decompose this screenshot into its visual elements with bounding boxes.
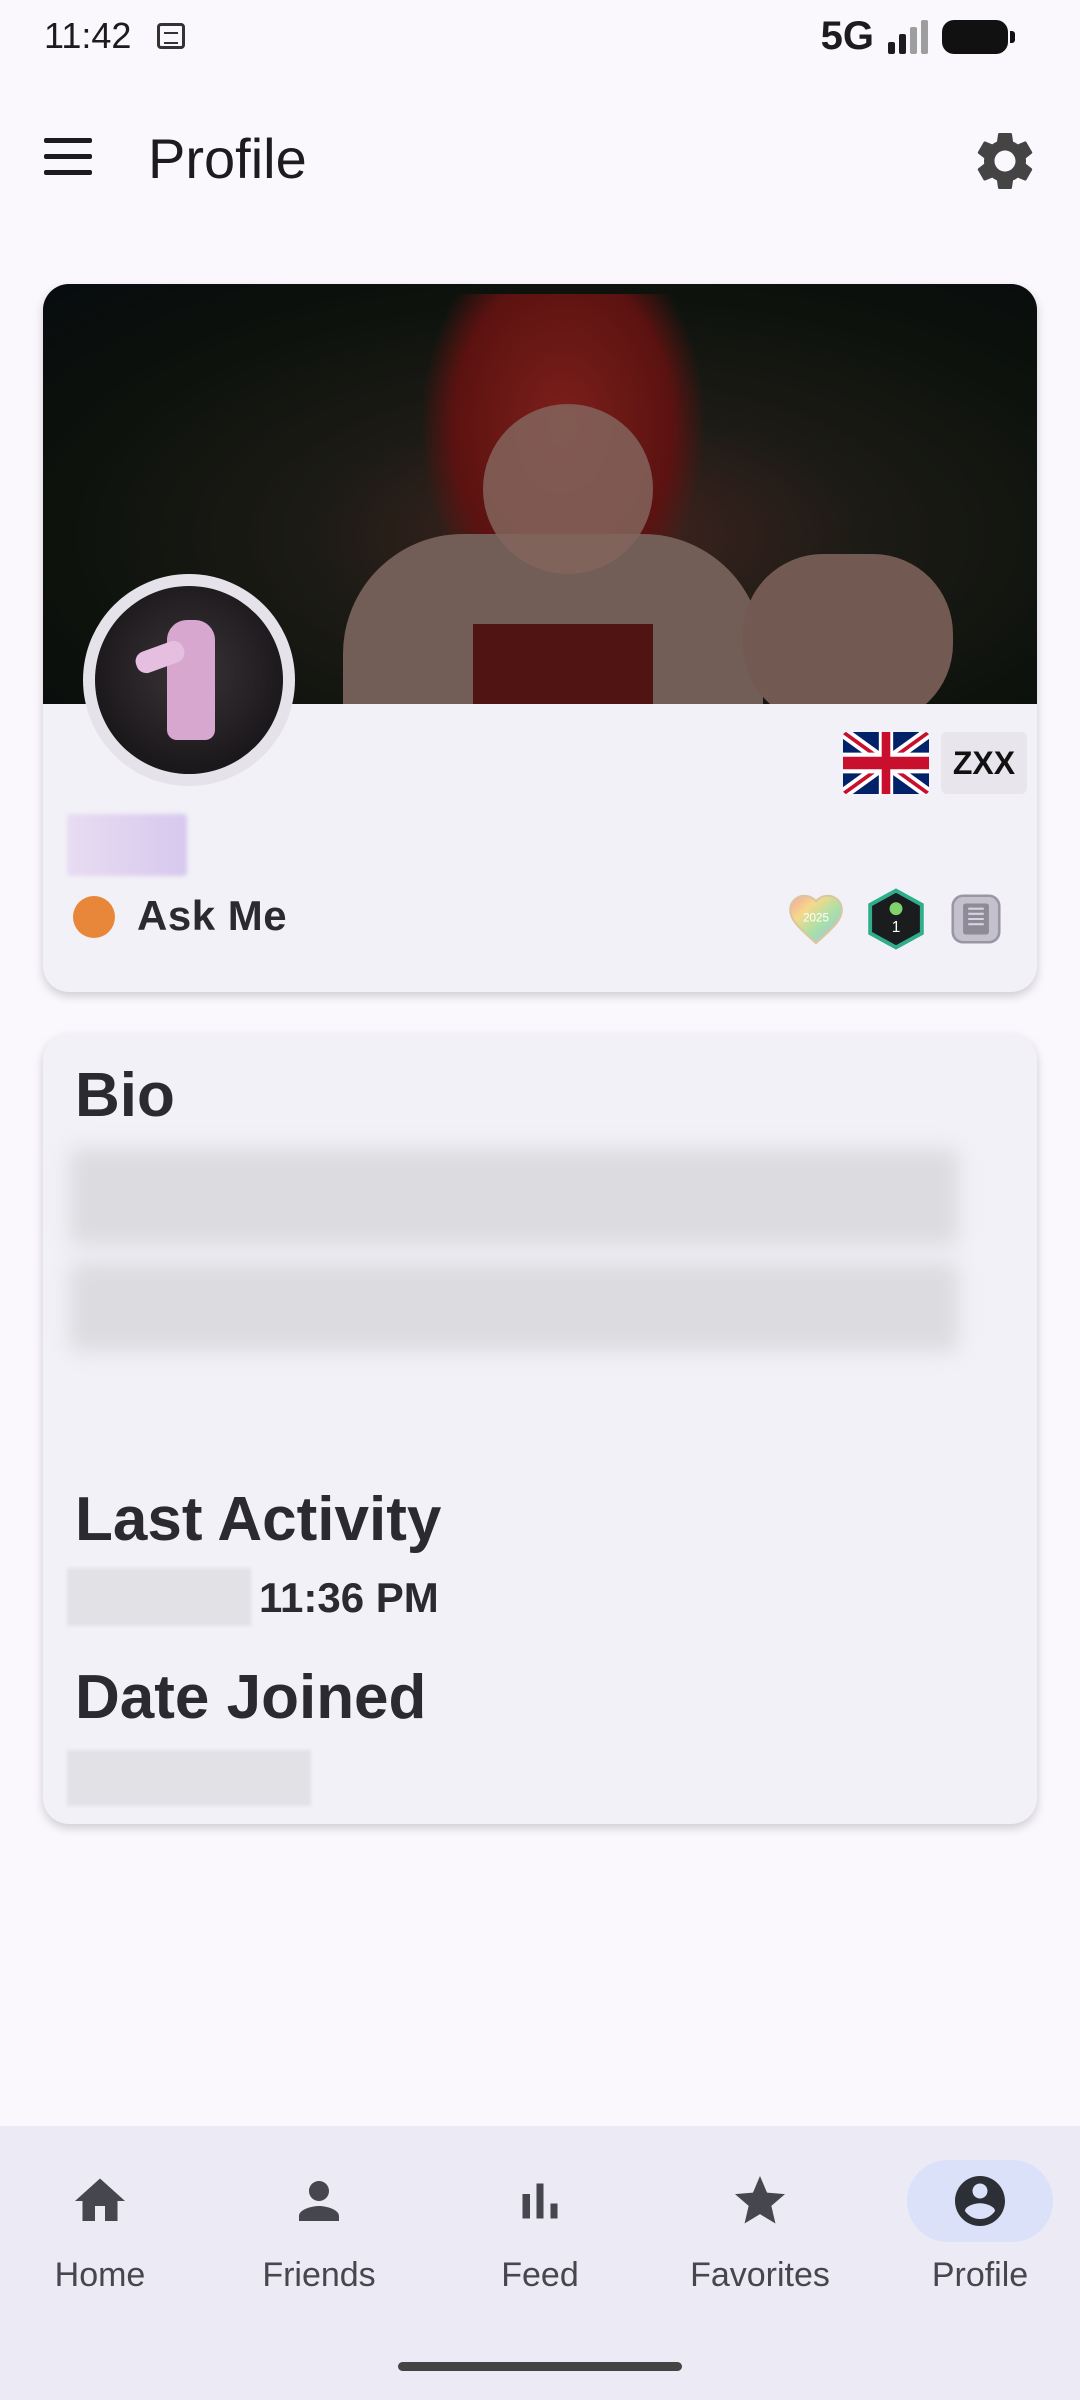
nav-profile-label: Profile (931, 2256, 1029, 2294)
nav-friends-label: Friends (262, 2256, 376, 2294)
bio-text-redacted-2 (69, 1262, 959, 1352)
last-activity-date-redacted (67, 1568, 251, 1626)
gear-icon[interactable] (970, 126, 1040, 196)
status-right: 5G (820, 14, 1015, 59)
svg-text:1: 1 (892, 919, 901, 936)
nav-favorites-label: Favorites (690, 2256, 830, 2294)
bio-card: Bio Last Activity 11:36 PM Date Joined (43, 1034, 1037, 1824)
profile-card: ZXX Ask Me 2025 1 (43, 284, 1037, 992)
page-title: Profile (148, 127, 307, 190)
nav-home[interactable]: Home (0, 2160, 200, 2320)
person-icon (299, 2181, 339, 2221)
status-text: Ask Me (137, 892, 288, 939)
app-bar: Profile (0, 100, 1080, 220)
bio-title: Bio (75, 1061, 175, 1130)
nfc-icon (157, 23, 186, 49)
last-activity-title: Last Activity (75, 1485, 442, 1554)
display-name-redacted (67, 814, 187, 876)
uk-flag-icon (843, 732, 929, 794)
nav-feed-label: Feed (501, 2256, 579, 2294)
pride-heart-badge-icon[interactable]: 2025 (785, 888, 847, 950)
date-joined-redacted (67, 1750, 311, 1806)
nav-home-label: Home (54, 2256, 146, 2294)
battery-icon (942, 19, 1015, 54)
star-icon (735, 2176, 785, 2224)
hamburger-menu-icon[interactable] (44, 138, 106, 184)
nav-feed[interactable]: Feed (440, 2160, 640, 2320)
status-bar: 11:42 5G (0, 0, 1080, 72)
bottom-navigation: Home Friends Feed Favorites Profile (0, 2126, 1080, 2400)
avatar[interactable] (83, 574, 295, 786)
home-indicator[interactable] (398, 2362, 682, 2371)
signal-icon (888, 19, 928, 54)
home-icon (75, 2178, 125, 2221)
date-joined-title: Date Joined (75, 1663, 427, 1732)
last-activity-time: 11:36 PM (259, 1574, 439, 1621)
language-badge: ZXX (941, 732, 1027, 794)
nav-favorites[interactable]: Favorites (660, 2160, 860, 2320)
hex-badge-icon[interactable]: 1 (865, 888, 927, 950)
status-time: 11:42 (44, 15, 132, 56)
status-dot (73, 896, 115, 938)
bar-chart-icon (522, 2183, 558, 2219)
bio-text-redacted (69, 1148, 959, 1246)
svg-text:2025: 2025 (803, 912, 829, 925)
network-label: 5G (820, 14, 874, 58)
account-circle-icon (955, 2176, 1005, 2226)
nav-friends[interactable]: Friends (219, 2160, 419, 2320)
device-badge-icon[interactable] (945, 888, 1007, 950)
nav-profile[interactable]: Profile (880, 2160, 1080, 2320)
badge-row: 2025 1 (785, 888, 1007, 950)
